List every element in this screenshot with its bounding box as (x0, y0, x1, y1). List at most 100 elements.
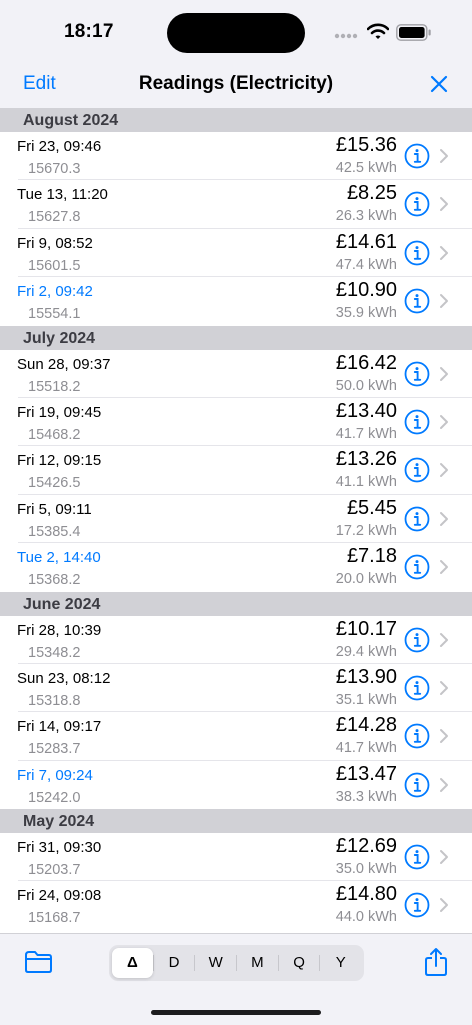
reading-row[interactable]: Sun 23, 08:12 15318.8 £13.90 35.1 kWh (0, 663, 472, 713)
info-icon[interactable] (404, 506, 430, 532)
reading-cost: £8.25 (346, 182, 397, 205)
reading-row[interactable]: Fri 24, 09:08 15168.7 £14.80 44.0 kWh (0, 881, 472, 930)
info-icon[interactable] (404, 723, 430, 749)
info-icon[interactable] (404, 675, 430, 701)
info-icon[interactable] (404, 772, 430, 798)
reading-usage: 29.4 kWh (335, 643, 397, 660)
info-icon[interactable] (404, 457, 430, 483)
reading-date: Fri 19, 09:45 (17, 403, 102, 421)
reading-cost: £12.69 (335, 835, 397, 858)
reading-usage: 47.4 kWh (335, 256, 397, 273)
interval-segmented-control[interactable]: ΔDWMQY (109, 945, 364, 981)
reading-usage: 26.3 kWh (335, 208, 397, 225)
segment-option[interactable]: D (154, 948, 195, 978)
readings-list[interactable]: August 2024 Fri 23, 09:46 15670.3 £15.36 42.… (0, 108, 472, 933)
reading-date: Fri 14, 09:17 (17, 718, 102, 736)
chevron-right-icon (439, 293, 449, 309)
chevron-right-icon (439, 559, 449, 575)
meter-reading: 15385.4 (28, 523, 81, 540)
meter-reading: 15468.2 (28, 426, 81, 443)
reading-row[interactable]: Tue 13, 11:20 15627.8 £8.25 26.3 kWh (0, 180, 472, 230)
reading-row[interactable]: Fri 28, 10:39 15348.2 £10.17 29.4 kWh (0, 615, 472, 665)
reading-cost: £5.45 (346, 496, 397, 519)
reading-cost: £13.47 (335, 762, 397, 785)
reading-usage: 41.7 kWh (335, 740, 397, 757)
chevron-right-icon (439, 414, 449, 430)
close-icon[interactable] (426, 71, 452, 97)
reading-usage: 35.1 kWh (335, 691, 397, 708)
info-icon[interactable] (404, 240, 430, 266)
reading-date: Fri 2, 09:42 (17, 283, 93, 301)
info-icon[interactable] (404, 361, 430, 387)
reading-usage: 20.0 kWh (335, 571, 397, 588)
reading-cost: £13.40 (335, 399, 397, 422)
segment-option[interactable]: Q (279, 948, 320, 978)
reading-date: Sun 23, 08:12 (17, 669, 111, 687)
reading-cost: £14.80 (335, 883, 397, 906)
reading-row[interactable]: Fri 19, 09:45 15468.2 £13.40 41.7 kWh (0, 397, 472, 447)
section-header: August 2024 (0, 108, 472, 132)
chevron-right-icon (439, 897, 449, 913)
reading-cost: £15.36 (335, 134, 397, 156)
reading-usage: 41.1 kWh (335, 474, 397, 491)
reading-usage: 38.3 kWh (335, 788, 397, 805)
reading-usage: 17.2 kWh (335, 522, 397, 539)
meter-reading: 15283.7 (28, 741, 81, 758)
reading-row[interactable]: Tue 2, 14:40 15368.2 £7.18 20.0 kWh (0, 543, 472, 592)
reading-row[interactable]: Sun 28, 09:37 15518.2 £16.42 50.0 kWh (0, 349, 472, 399)
reading-row[interactable]: Fri 5, 09:11 15385.4 £5.45 17.2 kWh (0, 494, 472, 544)
reading-usage: 41.7 kWh (335, 425, 397, 442)
reading-usage: 35.9 kWh (335, 305, 397, 322)
meter-reading: 15203.7 (28, 862, 81, 879)
info-icon[interactable] (404, 627, 430, 653)
info-icon[interactable] (404, 143, 430, 169)
status-time: 18:17 (64, 21, 114, 42)
info-icon[interactable] (404, 844, 430, 870)
meter-reading: 15670.3 (28, 161, 81, 177)
cellular-signal-icon (334, 33, 358, 39)
bottom-toolbar: ΔDWMQY (0, 933, 472, 1025)
dynamic-island (167, 13, 305, 53)
segment-option[interactable]: M (237, 948, 278, 978)
segment-option[interactable]: Δ (112, 948, 153, 978)
chevron-right-icon (439, 777, 449, 793)
reading-date: Fri 7, 09:24 (17, 766, 93, 784)
share-icon[interactable] (424, 947, 448, 977)
reading-date: Tue 2, 14:40 (17, 549, 101, 567)
meter-reading: 15627.8 (28, 209, 81, 226)
chevron-right-icon (439, 462, 449, 478)
reading-cost: £10.90 (335, 279, 397, 302)
folder-icon[interactable] (24, 950, 53, 974)
segment-option[interactable]: Y (320, 948, 361, 978)
info-icon[interactable] (404, 288, 430, 314)
info-icon[interactable] (404, 191, 430, 217)
section-header: May 2024 (0, 809, 472, 834)
info-icon[interactable] (404, 554, 430, 580)
reading-date: Fri 23, 09:46 (17, 138, 102, 155)
reading-row[interactable]: Fri 23, 09:46 15670.3 £15.36 42.5 kWh (0, 132, 472, 181)
segment-option[interactable]: W (195, 948, 236, 978)
reading-row[interactable]: Fri 9, 08:52 15601.5 £14.61 47.4 kWh (0, 228, 472, 278)
reading-row[interactable]: Fri 7, 09:24 15242.0 £13.47 38.3 kWh (0, 760, 472, 810)
reading-usage: 42.5 kWh (335, 160, 397, 176)
reading-row[interactable]: Fri 31, 09:30 15203.7 £12.69 35.0 kWh (0, 833, 472, 882)
meter-reading: 15348.2 (28, 644, 81, 661)
reading-date: Fri 28, 10:39 (17, 621, 102, 639)
meter-reading: 15368.2 (28, 572, 81, 589)
meter-reading: 15318.8 (28, 692, 81, 709)
reading-cost: £13.90 (335, 665, 397, 688)
chevron-right-icon (439, 148, 449, 164)
info-icon[interactable] (404, 409, 430, 435)
chevron-right-icon (439, 728, 449, 744)
meter-reading: 15426.5 (28, 475, 81, 492)
meter-reading: 15554.1 (28, 306, 81, 323)
reading-row[interactable]: Fri 12, 09:15 15426.5 £13.26 41.1 kWh (0, 446, 472, 496)
reading-usage: 35.0 kWh (335, 861, 397, 878)
reading-cost: £10.17 (335, 617, 397, 640)
reading-row[interactable]: Fri 2, 09:42 15554.1 £10.90 35.9 kWh (0, 277, 472, 326)
navigation-bar: Edit Readings (Electricity) (0, 62, 472, 109)
chevron-right-icon (439, 849, 449, 865)
info-icon[interactable] (404, 892, 430, 918)
home-indicator (151, 1010, 321, 1015)
reading-row[interactable]: Fri 14, 09:17 15283.7 £14.28 41.7 kWh (0, 712, 472, 762)
